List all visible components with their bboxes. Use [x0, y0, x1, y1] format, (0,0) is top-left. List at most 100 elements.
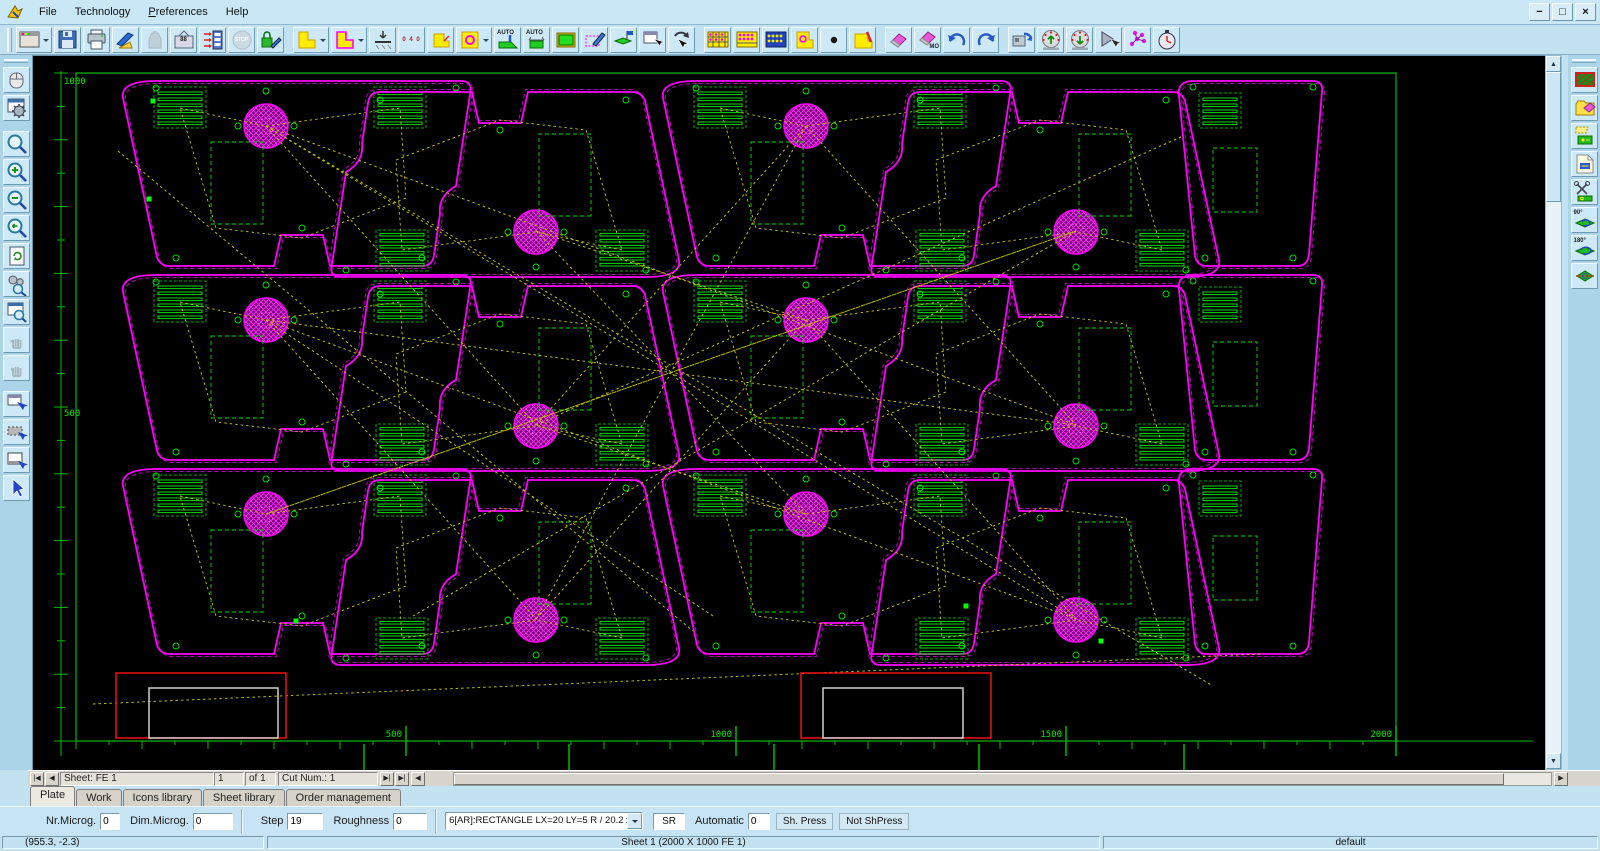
part-burn-button[interactable]: [849, 27, 876, 53]
tool-select-dropdown[interactable]: 6[AR]:RECTANGLE LX=20 LY=5 R / 20.2 x5: [445, 812, 643, 830]
mouse-settings-button[interactable]: [3, 67, 30, 93]
dim-microg-input[interactable]: [193, 813, 233, 830]
menu-help[interactable]: Help: [217, 3, 258, 21]
tab-icons-library[interactable]: Icons library: [123, 789, 202, 806]
prev-sheet-button[interactable]: ◀: [45, 772, 59, 786]
vertical-scrollbar[interactable]: ▲ ▼: [1545, 55, 1562, 770]
toolbar-grip[interactable]: [7, 28, 12, 52]
sheet-name-field[interactable]: Sheet: FE 1: [60, 772, 214, 786]
auto-index-button[interactable]: AUTO: [523, 27, 550, 53]
rotate-view-button[interactable]: [668, 27, 695, 53]
add-part-button[interactable]: [293, 27, 329, 53]
nc-sequence-button[interactable]: [199, 27, 226, 53]
select-region-button[interactable]: [3, 419, 30, 445]
punch-order-button[interactable]: 0 4 0: [398, 27, 425, 53]
weigh-scale-button[interactable]: 88: [170, 27, 197, 53]
roughness-input[interactable]: [393, 813, 427, 830]
scroll-up-button[interactable]: ▲: [1546, 56, 1561, 72]
manual-cut-button[interactable]: [581, 27, 608, 53]
path-optimize-button[interactable]: [1124, 27, 1151, 53]
horizontal-scrollbar[interactable]: [453, 772, 1552, 786]
zoom-button[interactable]: [3, 131, 30, 157]
automatic-input[interactable]: [748, 813, 770, 830]
clamp-down-button[interactable]: [1066, 27, 1093, 53]
mirror-part-button[interactable]: [1571, 263, 1598, 289]
toolbar-grip[interactable]: [1572, 59, 1596, 63]
minimize-button[interactable]: −: [1529, 3, 1550, 21]
select-sheet-button[interactable]: [3, 447, 30, 473]
print-button[interactable]: [83, 27, 110, 53]
redo-button[interactable]: [972, 27, 999, 53]
add-part-outline-dropdown-icon[interactable]: [358, 39, 364, 45]
last-sheet-button[interactable]: ▶|: [395, 772, 409, 786]
sheet-number-field[interactable]: 1: [214, 772, 244, 786]
corner-part-button[interactable]: [427, 27, 454, 53]
close-button[interactable]: ×: [1575, 3, 1596, 21]
technology-run-button[interactable]: [112, 27, 139, 53]
rotate-90-button[interactable]: 90°: [1571, 207, 1598, 233]
square-punch-button[interactable]: [456, 27, 492, 53]
menu-technology[interactable]: Technology: [66, 3, 140, 21]
zoom-options-button[interactable]: [3, 271, 30, 297]
not-shpress-cell[interactable]: Not ShPress: [839, 813, 909, 830]
square-punch-dropdown-icon[interactable]: [483, 39, 489, 45]
sr-field[interactable]: SR: [653, 813, 685, 830]
menu-file[interactable]: File: [30, 3, 66, 21]
tab-work[interactable]: Work: [76, 789, 121, 806]
view-settings-button[interactable]: [3, 95, 30, 121]
nr-microg-input[interactable]: [100, 813, 120, 830]
clamp-up-button[interactable]: [1037, 27, 1064, 53]
next-sheet-button[interactable]: ▶|: [380, 772, 394, 786]
nest-drawing[interactable]: 1000500500100015002000: [33, 56, 1546, 771]
select-button[interactable]: [3, 475, 30, 501]
hscroll-left-button[interactable]: ◀: [411, 772, 425, 786]
nest-interactive-button[interactable]: [733, 27, 760, 53]
zoom-sheet-button[interactable]: [3, 299, 30, 325]
nest-auto-button[interactable]: [762, 27, 789, 53]
erase-button[interactable]: [885, 27, 912, 53]
lock-technology-button[interactable]: [257, 27, 284, 53]
sheet-hatch-button[interactable]: [1571, 67, 1598, 93]
zoom-previous-button[interactable]: [3, 215, 30, 241]
nest-matrix-button[interactable]: [704, 27, 731, 53]
undo-button[interactable]: [943, 27, 970, 53]
point-mode-button[interactable]: [820, 27, 847, 53]
sheet-file-button[interactable]: [1571, 151, 1598, 177]
zoom-in-button[interactable]: [3, 159, 30, 185]
time-calculation-button[interactable]: [1153, 27, 1180, 53]
menu-preferences[interactable]: Preferences: [139, 3, 216, 21]
machine-view-button[interactable]: [1008, 27, 1035, 53]
scroll-down-button[interactable]: ▼: [1546, 753, 1561, 769]
select-window-button[interactable]: [3, 391, 30, 417]
workspace-dropdown-icon[interactable]: [43, 39, 49, 45]
tab-sheet-library[interactable]: Sheet library: [203, 789, 285, 806]
erase-movement-button[interactable]: MO: [914, 27, 941, 53]
workspace-button[interactable]: [16, 27, 52, 53]
restore-button[interactable]: □: [1552, 3, 1573, 21]
cut-number-field[interactable]: Cut Num.: 1: [278, 772, 378, 786]
sh-press-cell[interactable]: Sh. Press: [776, 813, 833, 830]
zoom-out-button[interactable]: [3, 187, 30, 213]
step-input[interactable]: [287, 813, 323, 830]
nesting-canvas-area[interactable]: 1000500500100015002000: [32, 55, 1545, 770]
toolbar-grip[interactable]: [4, 59, 28, 63]
vertical-scroll-thumb[interactable]: [1546, 72, 1561, 202]
add-part-outline-button[interactable]: [331, 27, 367, 53]
single-part-button[interactable]: [791, 27, 818, 53]
save-button[interactable]: [54, 27, 81, 53]
auto-punch-button[interactable]: AUTO: [494, 27, 521, 53]
zoom-window-tool-button[interactable]: [639, 27, 666, 53]
rotate-180-button[interactable]: 180°: [1571, 235, 1598, 261]
horizontal-scroll-thumb[interactable]: [454, 773, 1504, 785]
clear-sheet-button[interactable]: [1571, 95, 1598, 121]
add-part-dropdown-icon[interactable]: [320, 39, 326, 45]
chevron-down-icon[interactable]: [627, 813, 642, 829]
tab-plate[interactable]: Plate: [30, 786, 75, 806]
first-sheet-button[interactable]: |◀: [30, 772, 44, 786]
part-report-button[interactable]: [610, 27, 637, 53]
punch-tool-button[interactable]: [369, 27, 396, 53]
delete-part-button[interactable]: [1571, 123, 1598, 149]
tab-order-management[interactable]: Order management: [286, 789, 401, 806]
simulation-button[interactable]: [1095, 27, 1122, 53]
hscroll-right-button[interactable]: ▶: [1554, 772, 1568, 786]
